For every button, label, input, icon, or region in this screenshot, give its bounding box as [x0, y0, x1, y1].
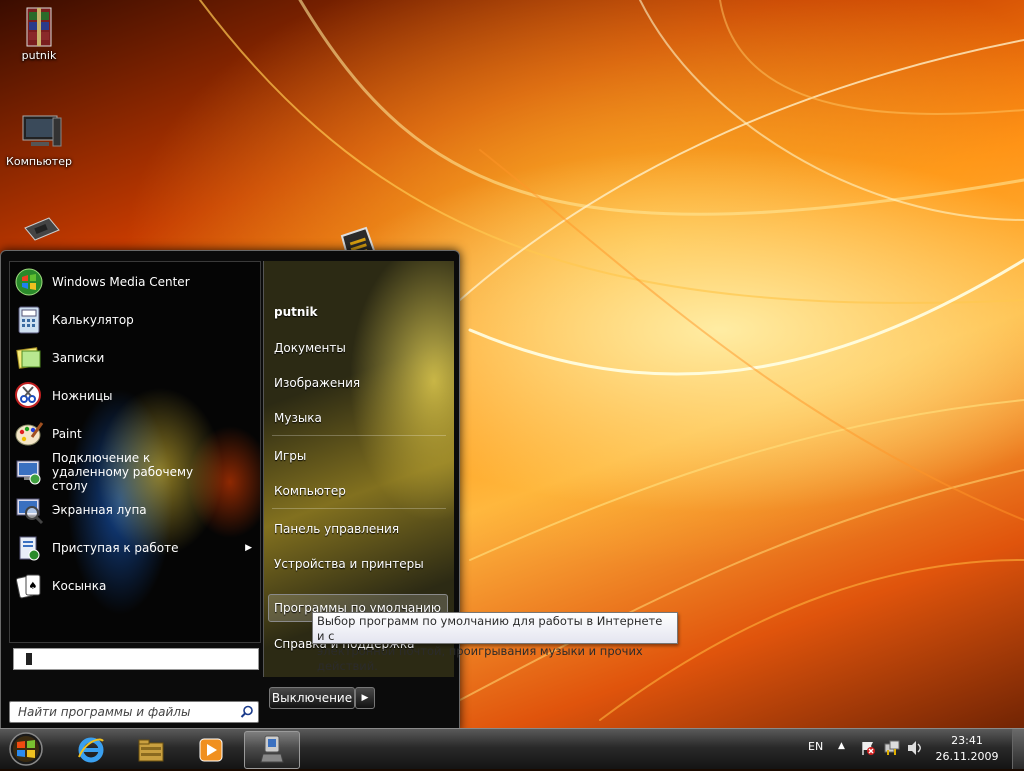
taskbar-active-app[interactable] [244, 731, 300, 769]
place-documents[interactable]: Документы [274, 341, 346, 355]
program-label: Экранная лупа [52, 503, 147, 517]
clock-date: 26.11.2009 [935, 750, 999, 763]
winrar-archive-icon [19, 6, 59, 47]
start-program-getting-started[interactable]: Приступая к работе ▶ [14, 530, 254, 566]
start-menu-programs-pane: Windows Media Center Калькулятор Записки… [9, 261, 261, 643]
remote-desktop-icon [14, 457, 44, 487]
submenu-arrow-icon: ▶ [245, 543, 252, 553]
program-label: Подключение к удаленному рабочему столу [52, 451, 194, 493]
separator [272, 508, 446, 509]
start-program-remote-desktop[interactable]: Подключение к удаленному рабочему столу [14, 451, 254, 493]
desktop-icon-putnik[interactable]: putnik [2, 6, 76, 62]
desktop-icon-label: Компьютер [6, 155, 72, 168]
start-program-paint[interactable]: Paint [14, 416, 254, 452]
taskbar-file-manager[interactable] [124, 731, 178, 767]
calculator-icon [14, 305, 44, 335]
pinned-app-icon [257, 734, 287, 769]
program-label: Paint [52, 427, 82, 441]
place-control-panel[interactable]: Панель управления [274, 522, 399, 536]
solitaire-icon: ♠ [14, 571, 44, 601]
volume-icon[interactable] [906, 740, 924, 759]
start-button[interactable] [4, 730, 48, 768]
taskbar: EN ▲ 23:41 26.11.2009 [0, 728, 1024, 769]
tooltip: Выбор программ по умолчанию для работы в… [312, 612, 678, 673]
paint-icon [14, 419, 44, 449]
start-program-sticky-notes[interactable]: Записки [14, 340, 254, 376]
network-icon[interactable] [884, 740, 900, 759]
system-clock[interactable]: 23:41 26.11.2009 [930, 733, 1004, 765]
start-program-solitaire[interactable]: ♠ Косынка [14, 568, 254, 604]
clock-time: 23:41 [951, 734, 983, 747]
media-center-icon [14, 267, 44, 297]
search-icon[interactable] [240, 705, 254, 719]
snipping-tool-icon [14, 381, 44, 411]
separator [272, 435, 446, 436]
program-label: Косынка [52, 579, 107, 593]
start-program-media-center[interactable]: Windows Media Center [14, 264, 254, 300]
start-program-magnifier[interactable]: Экранная лупа [14, 492, 254, 528]
computer-icon [19, 112, 62, 152]
action-center-icon[interactable] [860, 740, 876, 759]
getting-started-icon [14, 533, 44, 563]
program-label: Windows Media Center [52, 275, 190, 289]
file-manager-icon [136, 735, 166, 768]
search-placeholder: Найти программы и файлы [18, 705, 191, 719]
taskbar-media-player[interactable] [184, 731, 238, 767]
magnifier-icon [14, 495, 44, 525]
tooltip-line-1: Выбор программ по умолчанию для работы в… [317, 614, 663, 643]
place-pictures[interactable]: Изображения [274, 376, 360, 390]
program-label: Ножницы [52, 389, 113, 403]
start-search-box[interactable]: Найти программы и файлы [9, 701, 259, 723]
program-label: Калькулятор [52, 313, 134, 327]
program-label: Приступая к работе [52, 541, 179, 555]
show-hidden-icons-button[interactable]: ▲ [838, 741, 845, 751]
place-games[interactable]: Игры [274, 449, 306, 463]
shutdown-button[interactable]: Выключение [269, 687, 355, 709]
show-desktop-button[interactable] [1012, 729, 1024, 769]
run-command-field[interactable] [13, 648, 259, 670]
program-label: Записки [52, 351, 105, 365]
svg-text:♠: ♠ [29, 581, 38, 592]
start-program-calculator[interactable]: Калькулятор [14, 302, 254, 338]
start-program-snipping-tool[interactable]: Ножницы [14, 378, 254, 414]
text-cursor [26, 653, 32, 665]
place-music[interactable]: Музыка [274, 411, 322, 425]
tooltip-line-2: электронной почтой, проигрывания музыки … [317, 644, 643, 673]
sticky-notes-icon [14, 343, 44, 373]
place-devices-printers[interactable]: Устройства и принтеры [274, 557, 424, 571]
media-player-icon [196, 735, 226, 768]
recycle-bin-icon [19, 214, 60, 254]
taskbar-internet-explorer[interactable] [64, 731, 118, 767]
desktop-icon-computer[interactable]: Компьютер [2, 112, 76, 168]
internet-explorer-icon [76, 735, 106, 768]
place-computer[interactable]: Компьютер [274, 484, 346, 498]
language-indicator[interactable]: EN [808, 740, 823, 753]
shutdown-options-button[interactable]: ▶ [355, 687, 375, 709]
place-user-folder[interactable]: putnik [274, 305, 318, 319]
desktop-icon-label: putnik [21, 49, 57, 62]
